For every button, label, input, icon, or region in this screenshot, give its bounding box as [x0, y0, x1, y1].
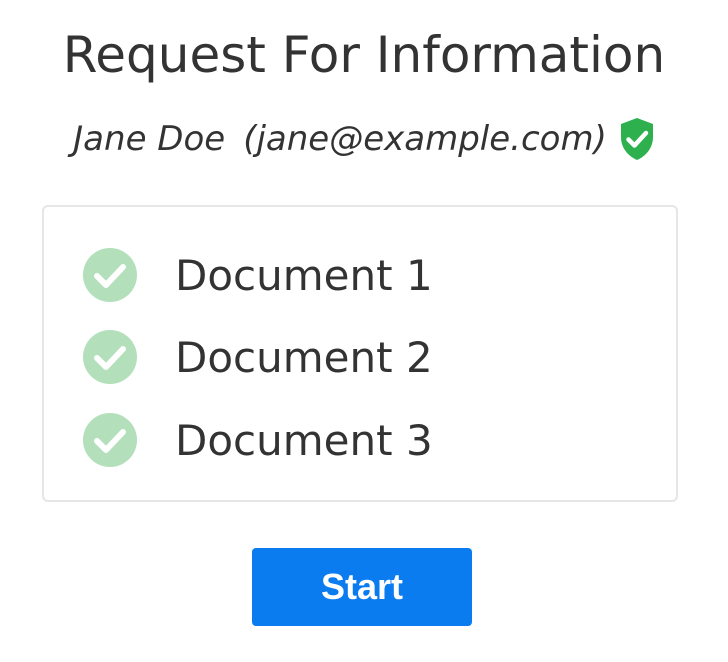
check-circle-icon — [82, 412, 138, 468]
document-label: Document 1 — [175, 250, 433, 300]
document-label: Document 3 — [175, 415, 433, 465]
shield-check-icon — [619, 117, 655, 161]
list-item: Document 3 — [82, 410, 433, 470]
user-name: Jane Doe — [73, 119, 226, 159]
start-button[interactable]: Start — [252, 548, 472, 626]
check-circle-icon — [82, 329, 138, 385]
list-item: Document 1 — [82, 245, 433, 305]
document-label: Document 2 — [175, 332, 433, 382]
list-item: Document 2 — [82, 327, 433, 387]
document-list: Document 1 Document 2 Document 3 — [42, 205, 678, 502]
user-email: (jane@example.com) — [243, 119, 607, 159]
check-circle-icon — [82, 247, 138, 303]
page-title: Request For Information — [62, 26, 666, 84]
user-info: Jane Doe (jane@example.com) — [0, 114, 728, 164]
